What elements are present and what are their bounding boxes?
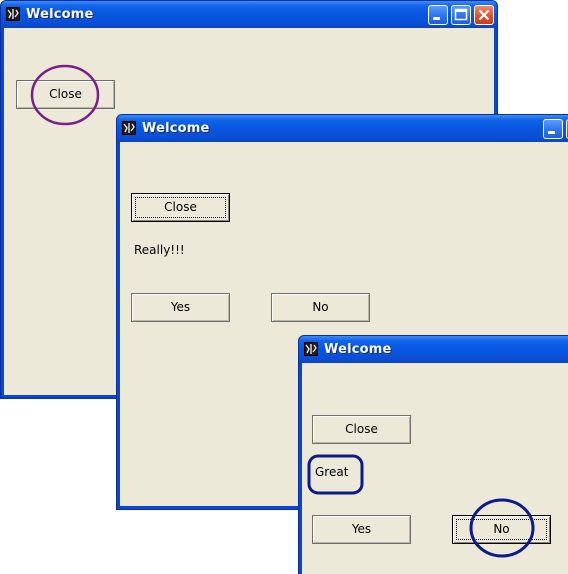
minimize-button[interactable] <box>543 119 563 139</box>
close-button[interactable]: Close <box>312 415 411 444</box>
message-label: Great <box>315 465 349 479</box>
window-title: Welcome <box>142 121 210 136</box>
no-button[interactable]: No <box>452 515 551 544</box>
title-bar[interactable]: Welcome <box>117 115 568 142</box>
close-window-button[interactable] <box>474 5 494 25</box>
window-client-area: Close Great Yes No <box>302 363 568 574</box>
yes-button[interactable]: Yes <box>312 515 411 544</box>
title-bar[interactable]: Welcome <box>299 336 568 363</box>
window-title: Welcome <box>26 7 94 22</box>
no-button[interactable]: No <box>271 293 370 322</box>
title-bar[interactable]: Welcome <box>1 1 497 28</box>
app-icon <box>304 342 318 356</box>
maximize-button[interactable] <box>451 5 471 25</box>
app-icon <box>122 121 136 135</box>
welcome-window-3: Welcome Close Great Yes No <box>298 335 568 574</box>
close-button[interactable]: Close <box>16 80 115 109</box>
message-label: Really!!! <box>134 243 185 257</box>
window-title: Welcome <box>324 342 392 357</box>
minimize-button[interactable] <box>428 5 448 25</box>
close-button[interactable]: Close <box>131 193 230 222</box>
yes-button[interactable]: Yes <box>131 293 230 322</box>
app-icon <box>6 7 20 21</box>
